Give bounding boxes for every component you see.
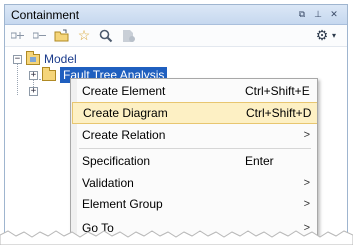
menu-item-label: Element Group [82,197,163,211]
tree-node-model[interactable]: − Model [13,50,77,67]
context-menu: Create Element Ctrl+Shift+E Create Diagr… [70,78,318,242]
menu-item-label: Specification [82,154,151,168]
torn-edge [0,230,353,245]
package-icon [42,66,56,81]
search-icon[interactable] [97,27,115,45]
menu-item-label: Validation [82,176,134,190]
expand-all-icon[interactable] [31,27,49,45]
menu-item-specification[interactable]: Specification Enter [72,150,317,172]
menu-item-shortcut: Ctrl+Shift+E [245,84,310,98]
menu-item-create-diagram[interactable]: Create Diagram Ctrl+Shift+D [72,102,317,124]
menu-item-label: Create Relation [82,128,166,142]
collapse-all-icon[interactable] [9,27,27,45]
menu-item-shortcut: Enter [245,154,274,168]
menu-item-shortcut: Ctrl+Shift+D [246,106,312,120]
favorite-star-icon[interactable]: ☆ [75,27,93,45]
submenu-arrow-icon: > [303,129,310,141]
submenu-arrow-icon: > [303,198,310,210]
menu-item-create-element[interactable]: Create Element Ctrl+Shift+E [72,80,317,102]
panel-title-bar: Containment ⧉ ⊥ ✕ [5,5,347,25]
menu-item-element-group[interactable]: Element Group > [72,193,317,215]
menu-item-label: Create Element [82,84,166,98]
close-icon[interactable]: ✕ [327,8,341,22]
open-folder-icon[interactable] [53,27,71,45]
model-icon [26,50,40,65]
menu-item-validation[interactable]: Validation > [72,172,317,194]
pin-icon[interactable]: ⊥ [311,8,325,22]
menu-separator [79,148,311,149]
submenu-arrow-icon: > [303,177,310,189]
expand-toggle[interactable]: + [29,86,38,96]
panel-title: Containment [11,7,80,22]
menu-item-create-relation[interactable]: Create Relation > [72,124,317,146]
collapse-toggle[interactable]: − [13,54,22,64]
menu-item-label: Create Diagram [83,106,168,120]
element-icon[interactable] [119,27,137,45]
dropdown-arrow-icon[interactable]: ▾ [329,27,339,45]
tree-node-label: Model [44,52,77,66]
expand-toggle[interactable]: + [29,70,38,80]
gear-icon[interactable]: ⚙ [315,27,329,45]
tree-node-collapsed[interactable]: + [29,83,42,99]
panel-toolbar: ☆ ⚙ ▾ [5,25,347,47]
restore-icon[interactable]: ⧉ [295,8,309,22]
